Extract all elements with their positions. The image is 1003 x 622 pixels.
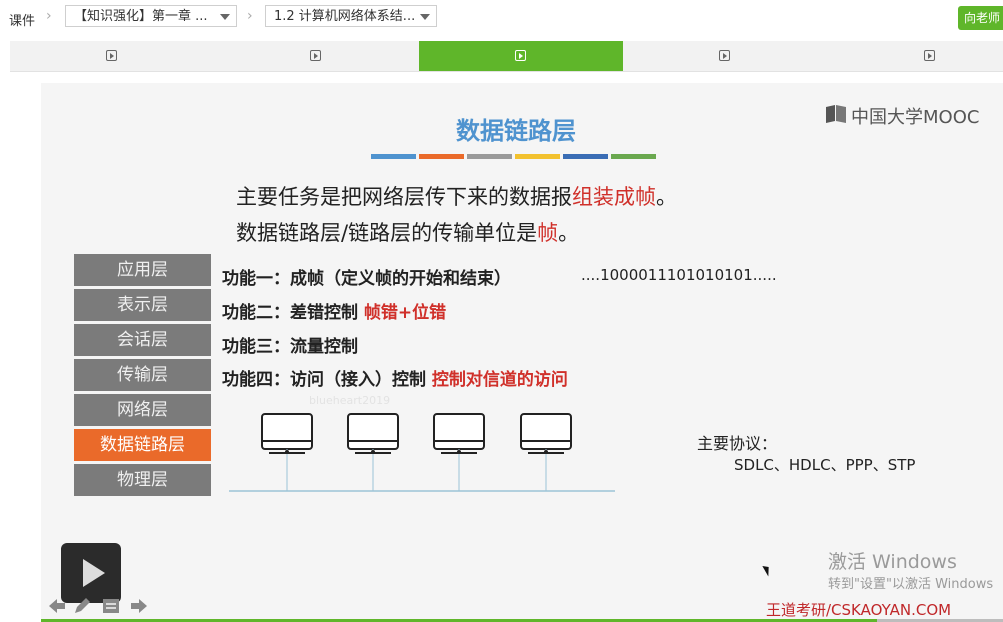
layer-session: 会话层 [74,324,211,356]
chevron-right-icon: › [46,8,52,24]
arrow-right-icon[interactable] [129,597,149,615]
video-icon [310,50,321,61]
tab-video-3[interactable] [419,41,623,71]
protocols-title: 主要协议： [697,434,778,453]
tab-video-1[interactable] [10,41,214,71]
mooc-logo-icon [826,105,846,123]
tab-video-2[interactable] [214,41,419,71]
title-color-segment [563,154,608,159]
unit-end: 。 [558,221,580,245]
ask-teacher-button[interactable]: 向老师 [958,6,1003,30]
function-2-label: 功能二：差错控制 [222,303,358,323]
chevron-down-icon [220,14,230,20]
layer-data-link: 数据链路层 [74,429,211,461]
layer-presentation: 表示层 [74,289,211,321]
video-icon [515,50,526,61]
chevron-down-icon [420,14,430,20]
function-1: 功能一：成帧（定义帧的开始和结束） [222,264,511,289]
bus-network-diagram [229,413,615,492]
computer-icon [261,413,313,491]
section-dropdown-label: 1.2 计算机网络体系结... [274,9,416,24]
function-4-label: 功能四：访问（接入）控制 [222,370,426,390]
function-2-highlight: 帧错+位错 [363,303,447,323]
layer-physical: 物理层 [74,464,211,496]
section-dropdown[interactable]: 1.2 计算机网络体系结... [265,5,437,27]
layer-application: 应用层 [74,254,211,286]
function-4-highlight: 控制对信道的访问 [431,370,568,390]
video-slide[interactable]: 数据链路层 中国大学MOOC 主要任务是把网络层传下来的数据报组装成帧。 数据链… [41,83,1003,622]
function-2: 功能二：差错控制 帧错+位错 [222,298,446,323]
main-task-line: 主要任务是把网络层传下来的数据报组装成帧。 [236,181,677,211]
layer-transport: 传输层 [74,359,211,391]
title-color-segment [611,154,656,159]
function-3-label: 功能三：流量控制 [222,337,358,357]
pen-icon[interactable] [72,597,92,615]
breadcrumb-root[interactable]: 课件 [9,10,35,29]
title-color-segment [515,154,560,159]
tab-video-5[interactable] [828,41,1003,71]
computer-icon [433,413,485,491]
menu-icon[interactable] [101,597,121,615]
mooc-brand: 中国大学MOOC [851,107,980,128]
main-task-text: 主要任务是把网络层传下来的数据报 [236,185,572,209]
mouse-cursor-icon [762,563,773,577]
title-color-segment [467,154,512,159]
protocols-list: SDLC、HDLC、PPP、STP [734,456,916,474]
play-button[interactable] [61,543,121,603]
title-color-segment [419,154,464,159]
function-1-label: 功能一：成帧（定义帧的开始和结束） [222,269,511,289]
chevron-right-icon: › [247,8,253,24]
unit-text: 数据链路层/链路层的传输单位是 [236,221,538,245]
video-icon [924,50,935,61]
video-icon [106,50,117,61]
chapter-dropdown-label: 【知识强化】第一章 ... [74,9,208,24]
windows-activate-title: 激活 Windows [828,551,957,573]
unit-tabs [10,41,1003,72]
bit-stream: ....1000011101010101..... [581,266,777,284]
faint-watermark: blueheart2019 [309,394,391,407]
top-bar: 课件 › 【知识强化】第一章 ... › 1.2 计算机网络体系结... 向老师 [0,0,1003,36]
unit-highlight: 帧 [537,221,559,245]
function-4: 功能四：访问（接入）控制 控制对信道的访问 [222,365,568,390]
computer-icon [520,413,572,491]
video-icon [719,50,730,61]
windows-activate-subtitle: 转到"设置"以激活 Windows [828,577,994,592]
computer-icon [347,413,399,491]
chapter-dropdown[interactable]: 【知识强化】第一章 ... [65,5,237,27]
main-task-highlight: 组装成帧 [572,185,656,209]
function-3: 功能三：流量控制 [222,332,358,357]
arrow-left-icon[interactable] [47,597,67,615]
layer-network: 网络层 [74,394,211,426]
slide-title: 数据链路层 [456,117,576,145]
unit-line: 数据链路层/链路层的传输单位是帧。 [236,217,579,247]
title-color-segment [371,154,416,159]
main-task-end: 。 [656,185,677,209]
osi-layer-stack: 应用层 表示层 会话层 传输层 网络层 数据链路层 物理层 [74,254,211,499]
footer-brand: 王道考研/CSKAOYAN.COM [766,601,952,619]
tab-video-4[interactable] [623,41,828,71]
